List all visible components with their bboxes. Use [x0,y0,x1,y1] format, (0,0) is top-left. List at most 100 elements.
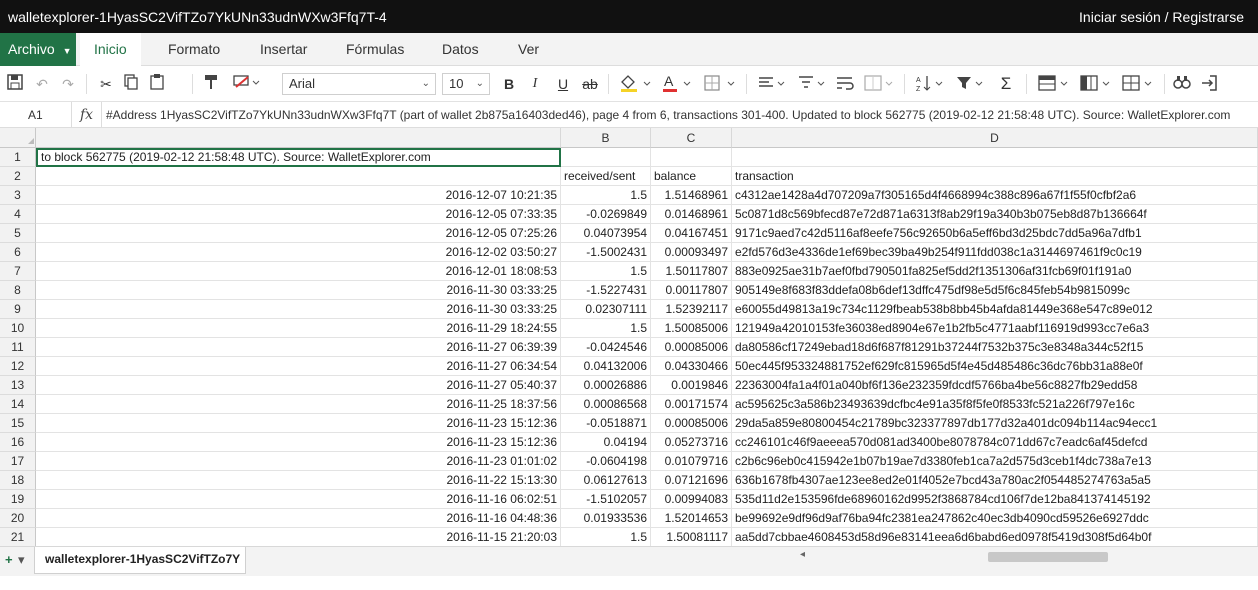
row-header[interactable]: 14 [0,395,36,414]
cell-received-sent[interactable]: 1.5 [561,319,651,338]
cell-date[interactable]: 2016-11-27 06:34:54 [36,357,561,376]
cell-transaction[interactable]: c4312ae1428a4d707209a7f305165d4f4668994c… [732,186,1258,205]
row-header[interactable]: 21 [0,528,36,546]
cell-balance[interactable]: 0.00085006 [651,414,732,433]
clear-format-icon[interactable] [232,73,262,95]
tab-ver[interactable]: Ver [504,33,553,66]
tab-formato[interactable]: Formato [154,33,234,66]
sort-icon[interactable]: AZ [914,73,946,95]
cell-balance[interactable]: 0.05273716 [651,433,732,452]
cell-date[interactable]: 2016-11-30 03:33:25 [36,281,561,300]
cell-date[interactable]: 2016-12-05 07:25:26 [36,224,561,243]
tab-datos[interactable]: Datos [428,33,493,66]
sheet-list-icon[interactable]: ▾ [18,552,25,568]
tab-inicio[interactable]: Inicio [80,33,141,67]
row-header[interactable]: 4 [0,205,36,224]
filter-icon[interactable] [954,73,986,95]
cell-received-sent[interactable]: -0.0269849 [561,205,651,224]
cell-received-sent[interactable]: 0.00026886 [561,376,651,395]
cell-transaction[interactable]: 5c0871d8c569bfecd87e72d871a6313f8ab29f19… [732,205,1258,224]
cell-date[interactable]: 2016-11-29 18:24:55 [36,319,561,338]
cell-balance[interactable]: 1.50117807 [651,262,732,281]
wrap-text-icon[interactable] [834,73,856,95]
redo-icon[interactable]: ↷ [58,73,78,95]
cell-transaction[interactable]: da80586cf17249ebad18d6f687f81291b37244f7… [732,338,1258,357]
find-icon[interactable] [1172,73,1194,95]
cell-transaction[interactable]: aa5dd7cbbae4608453d58d96e83141eea6d6babd… [732,528,1258,546]
cell-transaction[interactable]: e60055d49813a19c734c1129fbeab538b8bb45b4… [732,300,1258,319]
align-left-icon[interactable] [756,73,788,95]
cell-received-sent[interactable]: -0.0604198 [561,452,651,471]
bold-button[interactable]: B [500,73,518,95]
cell-date[interactable]: 2016-11-30 03:33:25 [36,300,561,319]
row-header[interactable]: 15 [0,414,36,433]
cell-date[interactable]: 2016-12-07 10:21:35 [36,186,561,205]
cell-balance[interactable]: 1.50085006 [651,319,732,338]
cell-balance[interactable]: 0.04167451 [651,224,732,243]
login-link[interactable]: Iniciar sesión / Registrarse [1079,9,1244,25]
formula-input[interactable]: #Address 1HyasSC2VifTZo7YkUNn33udnWXw3Ff… [106,102,1254,128]
cell-balance[interactable]: 1.52392117 [651,300,732,319]
cell-received-sent[interactable]: 1.5 [561,186,651,205]
cell-balance[interactable]: 0.01468961 [651,205,732,224]
cell-transaction[interactable]: 905149e8f683f83ddefa08b6def13dffc475df98… [732,281,1258,300]
cell-transaction[interactable]: e2fd576d3e4336de1ef69bec39ba49b254f911fd… [732,243,1258,262]
cell-balance[interactable]: 0.04330466 [651,357,732,376]
cell-transaction[interactable]: ac595625c3a586b23493639dcfbc4e91a35f8f5f… [732,395,1258,414]
cell-date[interactable]: 2016-11-27 06:39:39 [36,338,561,357]
cell-received-sent[interactable]: 0.04194 [561,433,651,452]
cell-date[interactable]: 2016-11-23 15:12:36 [36,414,561,433]
row-header[interactable]: 2 [0,167,36,186]
cell-received-sent[interactable]: 0.04073954 [561,224,651,243]
font-color-icon[interactable]: A [660,73,694,95]
cell[interactable] [732,148,1258,167]
horizontal-scrollbar[interactable] [988,552,1108,562]
header-transaction[interactable]: transaction [732,167,1258,186]
cell-received-sent[interactable]: -1.5002431 [561,243,651,262]
cell-date[interactable]: 2016-11-16 06:02:51 [36,490,561,509]
insert-cells-icon[interactable] [1036,73,1072,95]
cell-date[interactable]: 2016-12-05 07:33:35 [36,205,561,224]
file-menu-button[interactable]: Archivo ▼ [0,33,76,66]
fill-color-icon[interactable] [618,73,654,95]
cell-date[interactable]: 2016-12-02 03:50:27 [36,243,561,262]
cell-received-sent[interactable]: -0.0518871 [561,414,651,433]
row-header[interactable]: 17 [0,452,36,471]
cell-transaction[interactable]: 121949a42010153fe36038ed8904e67e1b2fb5c4… [732,319,1258,338]
cell[interactable] [36,167,561,186]
cell-balance[interactable]: 0.00994083 [651,490,732,509]
row-header[interactable]: 5 [0,224,36,243]
row-header[interactable]: 18 [0,471,36,490]
row-header[interactable]: 20 [0,509,36,528]
row-header[interactable]: 19 [0,490,36,509]
row-header[interactable]: 6 [0,243,36,262]
column-header-d[interactable]: D [732,128,1258,148]
cell-date[interactable]: 2016-11-27 05:40:37 [36,376,561,395]
cell-balance[interactable]: 0.0019846 [651,376,732,395]
add-sheet-icon[interactable]: + [5,552,13,567]
cell-received-sent[interactable]: -1.5102057 [561,490,651,509]
cell-transaction[interactable]: 9171c9aed7c42d5116af8eefe756c92650b6a5ef… [732,224,1258,243]
cell-balance[interactable]: 1.52014653 [651,509,732,528]
tab-insertar[interactable]: Insertar [246,33,321,66]
row-header[interactable]: 8 [0,281,36,300]
cell[interactable] [651,148,732,167]
cell-transaction[interactable]: cc246101c46f9aeeea570d081ad3400be8078784… [732,433,1258,452]
copy-icon[interactable] [122,73,142,95]
row-header[interactable]: 13 [0,376,36,395]
cell-date[interactable]: 2016-11-22 15:13:30 [36,471,561,490]
cell-received-sent[interactable]: 1.5 [561,528,651,546]
borders-icon[interactable] [702,73,738,95]
cell-received-sent[interactable]: 0.06127613 [561,471,651,490]
cell-transaction[interactable]: 883e0925ae31b7aef0fbd790501fa825ef5dd2f1… [732,262,1258,281]
scroll-left-icon[interactable]: ◂ [800,549,805,560]
cut-icon[interactable]: ✂ [96,73,116,95]
cell-received-sent[interactable]: 1.5 [561,262,651,281]
cell-transaction[interactable]: 636b1678fb4307ae123ee8ed2e01f4052e7bcd43… [732,471,1258,490]
row-header[interactable]: 1 [0,148,36,167]
select-all-corner[interactable] [0,128,36,148]
undo-icon[interactable]: ↶ [32,73,52,95]
cell-received-sent[interactable]: 0.01933536 [561,509,651,528]
cell-balance[interactable]: 0.00117807 [651,281,732,300]
column-header-a[interactable] [36,128,561,148]
